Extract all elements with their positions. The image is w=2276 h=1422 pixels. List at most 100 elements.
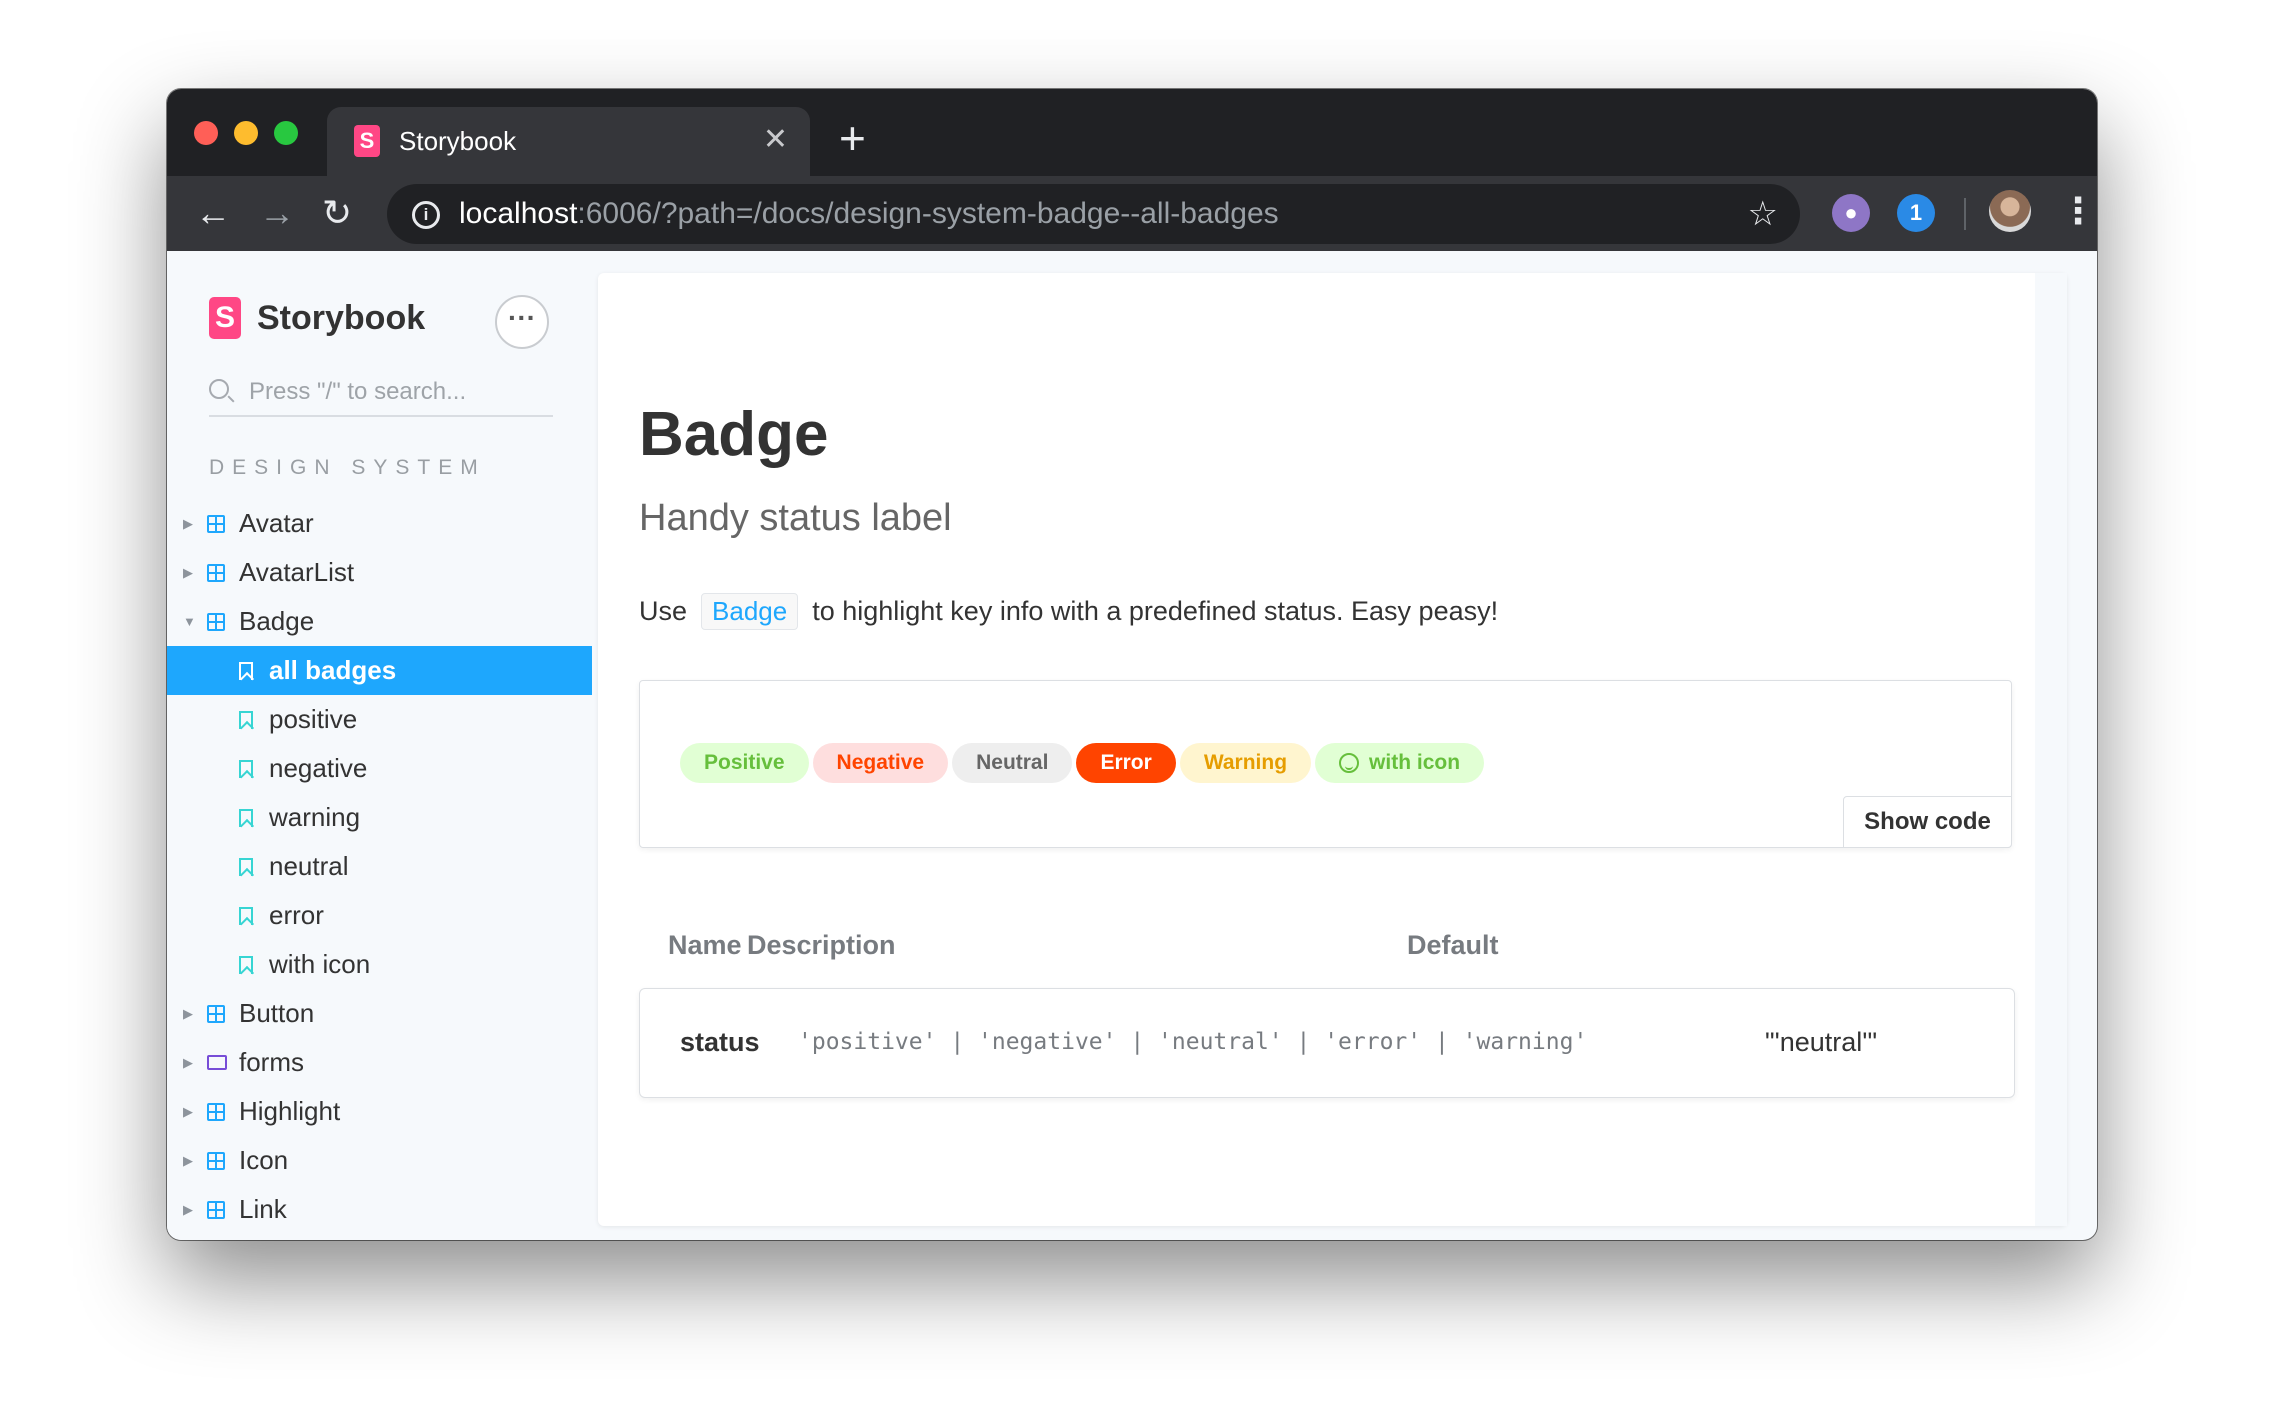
toolbar-divider <box>1964 198 1966 230</box>
address-bar[interactable]: i localhost:6006/?path=/docs/design-syst… <box>387 184 1800 244</box>
badge-error: Error <box>1076 743 1176 783</box>
brand-name: Storybook <box>257 298 426 337</box>
sidebar: S Storybook ··· DESIGN SYSTEM ▶ Avatar ▶… <box>167 251 592 1240</box>
sidebar-item-label: with icon <box>269 949 371 979</box>
bookmark-icon <box>239 955 253 974</box>
info-icon[interactable]: i <box>412 201 440 229</box>
sidebar-story-all-badges[interactable]: all badges <box>167 646 592 695</box>
sidebar-menu-button[interactable]: ··· <box>495 295 549 349</box>
props-header-description: Description <box>747 930 896 960</box>
badge-list: Positive Negative Neutral Error Warning … <box>680 743 1485 783</box>
sidebar-item-label: forms <box>239 1047 304 1077</box>
desc-prefix: Use <box>639 596 688 626</box>
sidebar-item-avatarlist[interactable]: ▶ AvatarList <box>167 548 592 597</box>
section-title: DESIGN SYSTEM <box>209 456 486 479</box>
show-code-button[interactable]: Show code <box>1843 796 2012 848</box>
sidebar-item-label: positive <box>269 704 358 734</box>
back-arrow-icon[interactable]: ← <box>195 194 231 232</box>
bookmark-icon <box>239 808 253 827</box>
caret-right-icon: ▶ <box>183 564 193 580</box>
prop-type: 'positive' | 'negative' | 'neutral' | 'e… <box>798 1029 1588 1055</box>
sidebar-story-error[interactable]: error <box>167 891 592 940</box>
docs-panel: Badge Handy status label Use Badge to hi… <box>598 273 2067 1226</box>
sidebar-item-avatar[interactable]: ▶ Avatar <box>167 499 592 548</box>
sidebar-story-positive[interactable]: positive <box>167 695 592 744</box>
sidebar-item-forms[interactable]: ▶ forms <box>167 1038 592 1087</box>
zoom-window-button[interactable] <box>274 121 298 145</box>
new-tab-button[interactable]: + <box>839 115 866 161</box>
badge-negative: Negative <box>812 743 949 783</box>
page-title: Badge <box>639 400 829 469</box>
sidebar-story-negative[interactable]: negative <box>167 744 592 793</box>
sidebar-item-link[interactable]: ▶ Link <box>167 1185 592 1234</box>
reload-icon[interactable]: ↻ <box>322 194 352 232</box>
brand[interactable]: S Storybook <box>209 297 425 339</box>
bookmark-icon <box>239 906 253 925</box>
story-preview: Positive Negative Neutral Error Warning … <box>639 680 2012 848</box>
component-icon <box>207 1200 225 1219</box>
tab-close-icon[interactable]: ✕ <box>763 124 788 156</box>
badge-with-icon: with icon <box>1315 743 1485 783</box>
sidebar-story-warning[interactable]: warning <box>167 793 592 842</box>
search-input[interactable] <box>249 373 549 411</box>
sidebar-item-label: all badges <box>269 655 397 685</box>
sidebar-item-button[interactable]: ▶ Button <box>167 989 592 1038</box>
sidebar-item-label: AvatarList <box>239 557 355 587</box>
component-icon <box>207 1004 225 1023</box>
prop-default: "'neutral'" <box>1765 1027 1878 1057</box>
bookmark-icon <box>239 661 253 680</box>
sidebar-item-label: Button <box>239 998 315 1028</box>
sidebar-item-label: warning <box>269 802 361 832</box>
component-icon <box>207 1102 225 1121</box>
inline-code: Badge <box>701 593 799 630</box>
forward-arrow-icon[interactable]: → <box>259 194 295 232</box>
tab-title: Storybook <box>399 126 517 156</box>
badge-warning: Warning <box>1179 743 1312 783</box>
close-window-button[interactable] <box>194 121 218 145</box>
sidebar-item-label: Badge <box>239 606 315 636</box>
badge-with-icon-label: with icon <box>1369 751 1461 774</box>
caret-right-icon: ▶ <box>183 1152 193 1168</box>
minimize-window-button[interactable] <box>234 121 258 145</box>
search-icon <box>209 379 229 399</box>
sidebar-tree: ▶ Avatar ▶ AvatarList ▼ Badge all badges… <box>167 499 592 1234</box>
component-icon <box>207 1151 225 1170</box>
desc-suffix: to highlight key info with a predefined … <box>812 596 1499 626</box>
onepassword-extension-icon[interactable]: 1 <box>1897 194 1935 232</box>
sidebar-story-with-icon[interactable]: with icon <box>167 940 592 989</box>
table-row: status 'positive' | 'negative' | 'neutra… <box>639 988 2015 1098</box>
component-icon <box>207 612 225 631</box>
caret-right-icon: ▶ <box>183 1201 193 1217</box>
star-icon[interactable]: ☆ <box>1748 194 1778 234</box>
page-subtitle: Handy status label <box>639 497 952 539</box>
sidebar-item-badge[interactable]: ▼ Badge <box>167 597 592 646</box>
folder-icon <box>207 1055 227 1070</box>
props-table-header: Name Description Default <box>639 930 2015 970</box>
github-extension-icon[interactable]: ● <box>1832 194 1870 232</box>
url-path: :6006/?path=/docs/design-system-badge--a… <box>577 197 1279 230</box>
badge-positive: Positive <box>680 743 809 783</box>
smiley-icon <box>1339 753 1360 773</box>
profile-avatar[interactable] <box>1989 190 2031 232</box>
sidebar-item-highlight[interactable]: ▶ Highlight <box>167 1087 592 1136</box>
sidebar-item-label: Avatar <box>239 508 314 538</box>
caret-right-icon: ▶ <box>183 1103 193 1119</box>
sidebar-story-neutral[interactable]: neutral <box>167 842 592 891</box>
caret-right-icon: ▶ <box>183 515 193 531</box>
storybook-logo-icon: S <box>209 297 241 339</box>
browser-toolbar: ← → ↻ i localhost:6006/?path=/docs/desig… <box>167 176 2097 251</box>
component-icon <box>207 514 225 533</box>
kebab-menu-icon[interactable]: ⋮ <box>2060 190 2096 232</box>
sidebar-item-label: Link <box>239 1194 287 1224</box>
search <box>209 373 553 417</box>
sidebar-item-label: neutral <box>269 851 349 881</box>
url-host: localhost <box>459 197 578 230</box>
sidebar-item-label: Icon <box>239 1145 289 1175</box>
sidebar-item-icon[interactable]: ▶ Icon <box>167 1136 592 1185</box>
url-text[interactable]: localhost:6006/?path=/docs/design-system… <box>459 197 1279 231</box>
storybook-favicon-icon: S <box>354 125 380 157</box>
component-icon <box>207 563 225 582</box>
bookmark-icon <box>239 759 253 778</box>
browser-tab[interactable]: S Storybook ✕ <box>327 107 810 176</box>
sidebar-item-label: Highlight <box>239 1096 341 1126</box>
